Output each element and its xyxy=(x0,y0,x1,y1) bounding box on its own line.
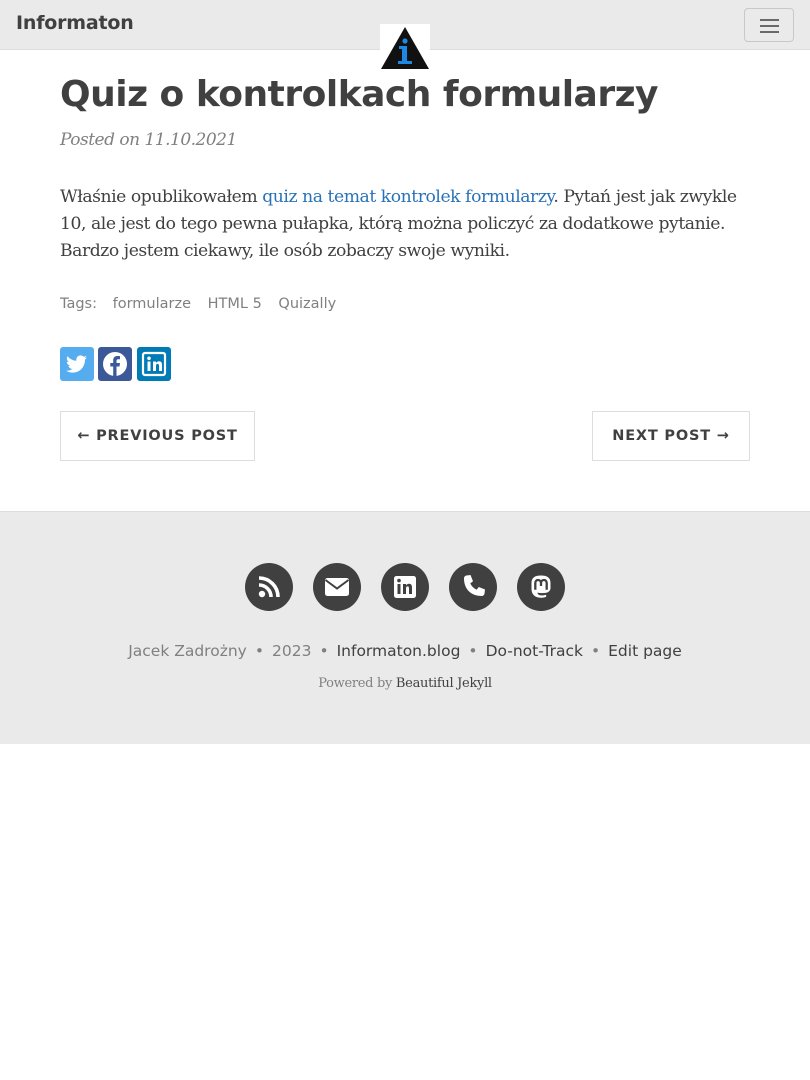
share-linkedin-button[interactable] xyxy=(137,347,171,381)
footer-separator: • xyxy=(590,642,601,660)
post-title: Quiz o kontrolkach formularzy xyxy=(60,74,659,115)
linkedin-icon xyxy=(394,576,416,598)
quiz-link[interactable]: quiz na temat kontrolek formularzy xyxy=(262,187,554,207)
footer-powered-by: Powered by Beautiful Jekyll xyxy=(0,676,810,691)
footer-author: Jacek Zadrożny xyxy=(128,642,247,660)
tag-link[interactable]: formularze xyxy=(113,296,191,312)
footer-separator: • xyxy=(468,642,478,660)
email-link[interactable] xyxy=(313,563,361,611)
tags-label: Tags: xyxy=(60,296,97,312)
footer-edit-page-link[interactable]: Edit page xyxy=(608,642,682,660)
site-logo[interactable] xyxy=(380,24,430,70)
beautiful-jekyll-link[interactable]: Beautiful Jekyll xyxy=(396,676,492,691)
post-text-intro: Właśnie opublikowałem xyxy=(60,187,263,207)
linkedin-link[interactable] xyxy=(381,563,429,611)
footer-separator: • xyxy=(254,642,264,660)
rss-icon xyxy=(258,576,280,598)
footer-separator: • xyxy=(319,642,329,660)
footer-dnt-link[interactable]: Do-not-Track xyxy=(486,642,583,660)
previous-post-button[interactable]: ← PREVIOUS POST xyxy=(60,411,255,461)
footer-copyright: Jacek Zadrożny • 2023 • Informaton.blog • Do-n… xyxy=(0,642,810,660)
email-icon xyxy=(324,578,350,596)
powered-by-label: Powered by xyxy=(318,676,396,691)
tag-link[interactable]: Quizally xyxy=(278,296,336,312)
share-twitter-button[interactable] xyxy=(60,347,94,381)
rss-link[interactable] xyxy=(245,563,293,611)
tag-link[interactable]: HTML 5 xyxy=(208,296,262,312)
mastodon-icon xyxy=(531,575,551,598)
linkedin-icon xyxy=(141,351,167,377)
footer: Jacek Zadrożny • 2023 • Informaton.blog • Do-n… xyxy=(0,511,810,744)
facebook-icon xyxy=(103,352,127,376)
post-body: Właśnie opublikowałem quiz na temat kont… xyxy=(60,184,760,265)
post-date: Posted on 11.10.2021 xyxy=(60,130,237,150)
footer-year: 2023 xyxy=(271,642,312,660)
post-tags: Tags: formularze HTML 5 Quizally xyxy=(60,296,348,312)
mastodon-link[interactable] xyxy=(517,563,565,611)
next-post-button[interactable]: NEXT POST → xyxy=(592,411,750,461)
phone-icon xyxy=(464,575,485,596)
footer-site-link[interactable]: Informaton.blog xyxy=(337,642,461,660)
twitter-icon xyxy=(66,355,87,373)
info-triangle-logo xyxy=(381,27,429,69)
phone-link[interactable] xyxy=(449,563,497,611)
menu-toggle-button[interactable] xyxy=(744,8,794,42)
site-brand-link[interactable]: Informaton xyxy=(16,12,134,34)
share-facebook-button[interactable] xyxy=(98,347,132,381)
